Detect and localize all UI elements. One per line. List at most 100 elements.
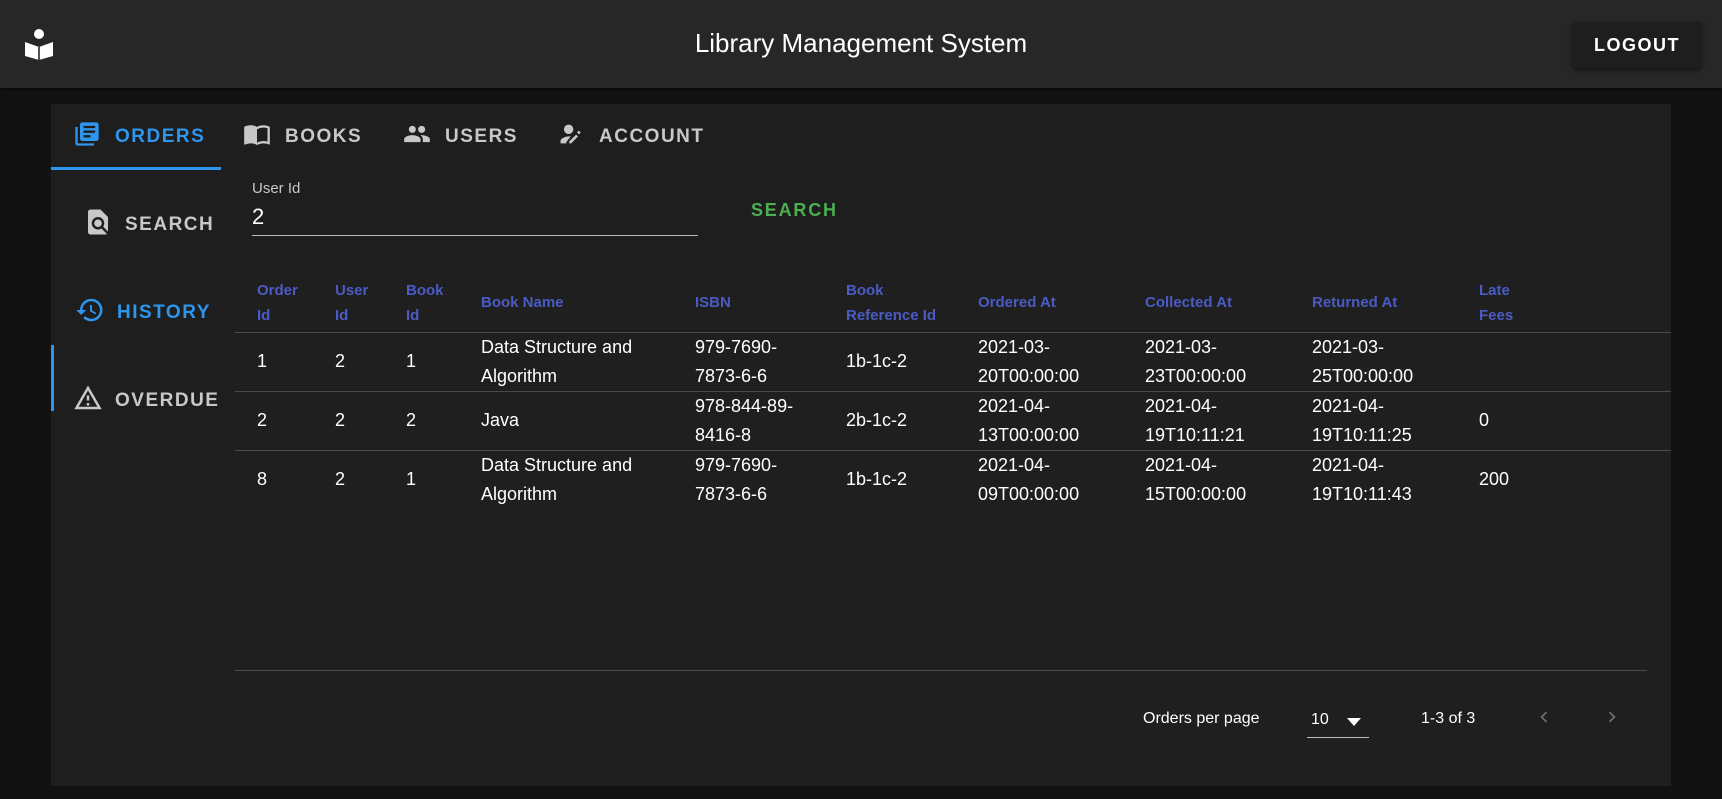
sidenav-item-search[interactable]: SEARCH: [51, 192, 235, 258]
rows-per-page-label: Orders per page: [1143, 710, 1260, 727]
find-in-page-icon: [83, 207, 113, 243]
cell-text: 19T10:11:25: [1312, 424, 1412, 445]
column-header-text: Book: [406, 281, 444, 299]
table-row[interactable]: 2 2 2 Java 978-844-89- 8416-8 2b-1c-2 2021-04- 1…: [235, 391, 1671, 451]
cell-text: 1: [406, 469, 417, 489]
table-cell: 1b-1c-2: [824, 332, 956, 392]
cell-text: 25T00:00:00: [1312, 365, 1414, 386]
column-header[interactable]: Book Reference Id: [824, 274, 956, 333]
tab-books[interactable]: BOOKS: [243, 104, 362, 170]
column-header[interactable]: Collected At: [1123, 274, 1290, 333]
table-cell: 1: [235, 332, 313, 392]
column-header-text: User: [335, 281, 369, 299]
cell-text: 2: [335, 469, 346, 489]
active-sidenav-indicator: [51, 345, 54, 411]
column-header-text: Reference Id: [846, 306, 937, 324]
app-title: Library Management System: [694, 28, 1028, 58]
cell-text: 0: [1479, 410, 1490, 430]
cell-text: 8416-8: [695, 424, 752, 445]
column-header-text: Order: [257, 281, 298, 299]
cell-text: 2021-04-: [978, 454, 1051, 475]
cell-text: Data Structure and: [481, 454, 633, 475]
column-header-text: Collected At: [1145, 294, 1232, 312]
tab-label: ORDERS: [115, 126, 206, 147]
history-icon: [75, 295, 105, 331]
sidenav-label: HISTORY: [117, 302, 211, 323]
table-cell: 1: [384, 332, 459, 392]
table-cell: 2: [235, 391, 313, 451]
orders-table: Order Id User Id Book Id Book Name ISBN Book Refe…: [235, 274, 1671, 509]
cell-text: 2: [257, 410, 268, 430]
table-cell: 2: [313, 450, 384, 509]
people-icon: [403, 120, 431, 154]
table-cell: 2021-04- 15T00:00:00: [1123, 450, 1290, 509]
column-header-text: Book Name: [481, 294, 564, 312]
cell-text: 2: [406, 410, 417, 430]
sidenav-label: OVERDUE: [115, 390, 220, 411]
column-header[interactable]: Returned At: [1290, 274, 1457, 333]
table-cell: 2021-04- 13T00:00:00: [956, 391, 1123, 451]
cell-text: 19T10:11:21: [1145, 424, 1245, 445]
column-header[interactable]: ISBN: [673, 274, 824, 333]
column-header[interactable]: Late Fees: [1457, 274, 1671, 333]
cell-text: 09T00:00:00: [978, 483, 1080, 504]
table-cell: 979-7690- 7873-6-6: [673, 450, 824, 509]
table-row[interactable]: 8 2 1 Data Structure and Algorithm 979-7690- 7…: [235, 450, 1671, 509]
cell-text: 13T00:00:00: [978, 424, 1080, 445]
column-header[interactable]: Order Id: [235, 274, 313, 333]
previous-page-button[interactable]: [1527, 702, 1561, 736]
cell-text: 7873-6-6: [695, 365, 768, 386]
column-header[interactable]: Book Name: [459, 274, 673, 333]
logout-button[interactable]: LOGOUT: [1572, 22, 1702, 68]
cell-text: 20T00:00:00: [978, 365, 1080, 386]
cell-text: Algorithm: [481, 365, 558, 386]
cell-text: 15T00:00:00: [1145, 483, 1247, 504]
library-books-icon: [73, 120, 101, 154]
column-header[interactable]: User Id: [313, 274, 384, 333]
rows-per-page-select[interactable]: 10: [1307, 708, 1369, 738]
cell-text: 1: [257, 351, 268, 371]
cell-text: 2021-04-: [1145, 454, 1218, 475]
column-header-text: ISBN: [695, 294, 731, 312]
cell-text: 2021-04-: [1145, 395, 1218, 416]
column-header-text: Late: [1479, 281, 1510, 299]
table-cell: 2021-03- 20T00:00:00: [956, 332, 1123, 392]
column-header[interactable]: Ordered At: [956, 274, 1123, 333]
warning-icon: [73, 383, 103, 419]
tab-account[interactable]: ACCOUNT: [557, 104, 705, 170]
tab-users[interactable]: USERS: [403, 104, 518, 170]
table-cell: 2021-04- 09T00:00:00: [956, 450, 1123, 509]
table-row[interactable]: 1 2 1 Data Structure and Algorithm 979-7690- 7…: [235, 332, 1671, 392]
search-button[interactable]: SEARCH: [751, 200, 838, 221]
table-cell: 978-844-89- 8416-8: [673, 391, 824, 451]
tab-label: ACCOUNT: [599, 126, 705, 147]
cell-text: 2021-03-: [1312, 336, 1385, 357]
cell-text: 2021-04-: [1312, 395, 1385, 416]
table-cell: Java: [459, 391, 673, 451]
column-header[interactable]: Book Id: [384, 274, 459, 333]
pagination-range: 1-3 of 3: [1421, 710, 1476, 727]
cell-text: 2021-03-: [1145, 336, 1218, 357]
next-page-button[interactable]: [1595, 702, 1629, 736]
user-id-input[interactable]: [252, 198, 698, 236]
cell-text: 979-7690-: [695, 336, 778, 357]
cell-text: 200: [1479, 469, 1510, 489]
tab-orders[interactable]: ORDERS: [73, 104, 205, 170]
cell-text: 19T10:11:43: [1312, 483, 1412, 504]
table-cell: 0: [1457, 391, 1671, 451]
table-footer-divider: [235, 670, 1647, 671]
table-cell: 2021-03- 23T00:00:00: [1123, 332, 1290, 392]
table-cell: Data Structure and Algorithm: [459, 332, 673, 392]
sidenav-item-history[interactable]: HISTORY: [51, 280, 235, 346]
table-cell: 2: [313, 332, 384, 392]
rows-per-page-value: 10: [1311, 711, 1329, 728]
sidenav-item-overdue[interactable]: OVERDUE: [51, 368, 235, 434]
tab-label: BOOKS: [285, 126, 363, 147]
cell-text: Java: [481, 410, 520, 430]
main-panel: ORDERS BOOKS USERS ACCOUNT SEARCH HISTOR…: [51, 104, 1671, 786]
top-tabs: ORDERS BOOKS USERS ACCOUNT: [51, 104, 1671, 170]
table-cell: 8: [235, 450, 313, 509]
column-header-text: Returned At: [1312, 294, 1398, 312]
table-cell: 2b-1c-2: [824, 391, 956, 451]
column-header-text: Id: [406, 306, 420, 324]
